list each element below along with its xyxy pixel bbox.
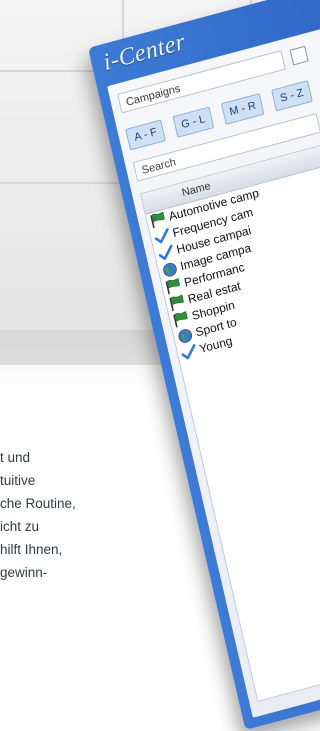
copy-line: che Routine, bbox=[0, 496, 76, 511]
copy-line: gewinn- bbox=[0, 565, 48, 580]
copy-line: t und bbox=[0, 450, 31, 465]
body-copy: t und tuitive che Routine, icht zu hilft… bbox=[0, 446, 200, 584]
copy-line: icht zu bbox=[0, 519, 40, 534]
campaigns-checkbox[interactable] bbox=[289, 45, 309, 66]
column-header-label: Name bbox=[180, 180, 212, 200]
copy-line: hilft Ihnen, bbox=[0, 542, 63, 557]
filter-button-s-z[interactable]: S - Z bbox=[271, 80, 313, 112]
filter-button-g-l[interactable]: G - L bbox=[172, 106, 215, 138]
campaign-list: Name Automotive camp Frequency cam House c… bbox=[140, 115, 320, 703]
filter-button-m-r[interactable]: M - R bbox=[220, 92, 265, 125]
filter-button-a-f[interactable]: A - F bbox=[125, 119, 167, 151]
copy-line: tuitive bbox=[0, 473, 36, 488]
check-icon bbox=[180, 343, 199, 362]
